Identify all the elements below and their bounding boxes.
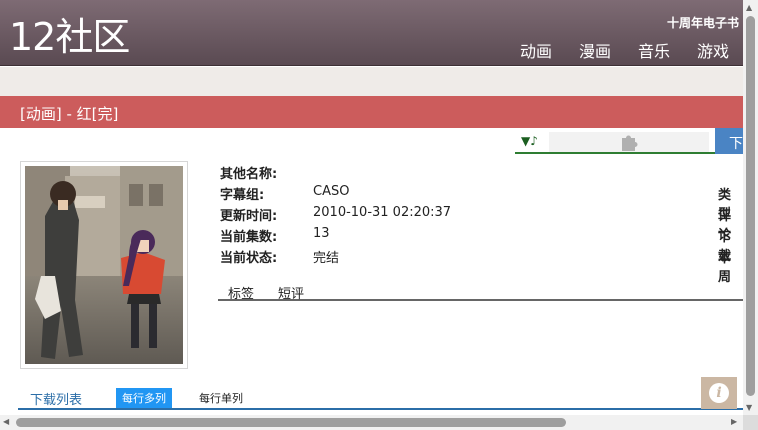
detail-label: 字幕组: bbox=[220, 188, 265, 203]
plugin-placeholder[interactable] bbox=[549, 132, 709, 152]
detail-row-updated: 更新时间: 2010-10-31 02:20:37 评论 bbox=[220, 205, 743, 243]
scroll-right-arrow-icon[interactable]: ▶ bbox=[731, 417, 737, 426]
puzzle-piece-icon bbox=[622, 135, 638, 151]
horizontal-scroll-thumb[interactable] bbox=[16, 418, 566, 427]
site-header: 12社区 十周年电子书 动画 漫画 音乐 游戏 bbox=[0, 0, 743, 66]
player-toggle[interactable]: ▼♪ bbox=[521, 134, 538, 148]
detail-value: 2010-10-31 02:20:37 bbox=[313, 205, 452, 220]
detail-value[interactable]: CASO bbox=[313, 184, 349, 199]
anniversary-ebook-link[interactable]: 十周年电子书 bbox=[667, 14, 739, 31]
nav-music[interactable]: 音乐 bbox=[638, 38, 670, 62]
download-tab[interactable]: 下 bbox=[715, 128, 743, 154]
nav-anime[interactable]: 动画 bbox=[520, 38, 552, 62]
detail-label: 其他名称: bbox=[220, 167, 278, 182]
detail-side-label: 本周 bbox=[718, 251, 732, 285]
anime-poster-image bbox=[25, 166, 183, 364]
multi-column-button[interactable]: 每行多列 bbox=[116, 388, 172, 408]
detail-label: 更新时间: bbox=[220, 209, 278, 224]
scrollbar-corner bbox=[743, 415, 758, 430]
horizontal-scrollbar[interactable]: ◀ ▶ bbox=[0, 415, 743, 430]
scroll-down-arrow-icon[interactable]: ▼ bbox=[746, 403, 752, 412]
detail-label: 当前状态: bbox=[220, 251, 278, 266]
scroll-left-arrow-icon[interactable]: ◀ bbox=[3, 417, 9, 426]
poster-frame bbox=[20, 161, 188, 369]
download-list-title[interactable]: 下载列表 bbox=[30, 389, 82, 408]
detail-tabs: 标签 短评 bbox=[218, 281, 743, 302]
single-column-button[interactable]: 每行单列 bbox=[199, 390, 243, 406]
page-viewport: 12社区 十周年电子书 动画 漫画 音乐 游戏 [动画] - 红[完] ▼♪ 下 bbox=[0, 0, 743, 415]
main-nav: 动画 漫画 音乐 游戏 bbox=[520, 38, 729, 62]
detail-label: 当前集数: bbox=[220, 230, 278, 245]
detail-row-fansub: 字幕组: CASO 类型 bbox=[220, 184, 743, 222]
nav-manga[interactable]: 漫画 bbox=[579, 38, 611, 62]
tab-tags[interactable]: 标签 bbox=[228, 283, 254, 302]
detail-row-episodes: 当前集数: 13 下载 bbox=[220, 226, 743, 264]
detail-row-alt-names: 其他名称: bbox=[220, 163, 743, 184]
anime-details: 其他名称: 字幕组: CASO 类型 更新时间: 2010-10-31 02:2… bbox=[220, 163, 743, 285]
page-title: [动画] - 红[完] bbox=[20, 105, 119, 123]
info-icon: i bbox=[709, 383, 729, 403]
info-button[interactable]: i bbox=[701, 377, 737, 409]
music-player: ▼♪ bbox=[515, 130, 715, 154]
vertical-scrollbar[interactable]: ▲ ▼ bbox=[743, 0, 758, 415]
nav-games[interactable]: 游戏 bbox=[697, 38, 729, 62]
detail-row-status: 当前状态: 完结 本周 bbox=[220, 247, 743, 285]
tab-short-reviews[interactable]: 短评 bbox=[278, 283, 304, 302]
page-title-bar: [动画] - 红[完] bbox=[0, 96, 743, 128]
site-logo[interactable]: 12社区 bbox=[9, 14, 130, 60]
detail-value: 13 bbox=[313, 226, 330, 241]
detail-value: 完结 bbox=[313, 251, 340, 266]
download-list-header: 下载列表 每行多列 每行单列 bbox=[18, 386, 743, 410]
header-spacer bbox=[0, 67, 743, 96]
scroll-up-arrow-icon[interactable]: ▲ bbox=[746, 3, 752, 12]
vertical-scroll-thumb[interactable] bbox=[746, 16, 755, 396]
